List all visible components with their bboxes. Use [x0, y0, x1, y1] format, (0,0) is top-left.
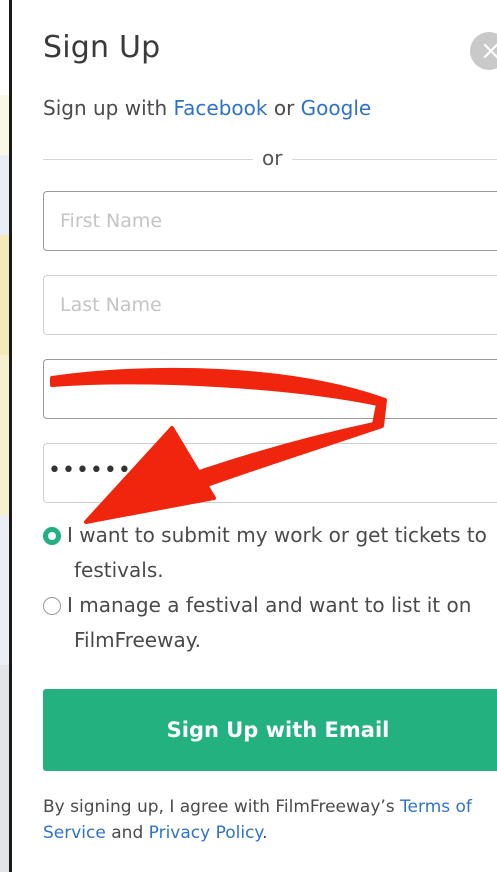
role-option-label-cont: FilmFreeway. [74, 628, 202, 652]
signup-email-button[interactable]: Sign Up with Email [43, 689, 497, 771]
role-option-label: I want to submit my work or get tickets … [67, 523, 487, 547]
divider-line-left [43, 159, 253, 160]
radio-selected-icon[interactable] [43, 527, 61, 545]
page: Sign Up × Sign up with Facebook or Googl… [0, 0, 497, 872]
close-icon: × [480, 36, 497, 66]
social-signup-line: Sign up with Facebook or Google [43, 96, 371, 120]
divider-or: or [262, 146, 283, 170]
terms-middle: and [105, 823, 149, 843]
signup-modal: Sign Up × Sign up with Facebook or Googl… [12, 0, 497, 872]
email-input[interactable] [43, 359, 497, 419]
first-name-input[interactable] [43, 191, 497, 251]
close-button[interactable]: × [470, 32, 497, 70]
last-name-input[interactable] [43, 275, 497, 335]
google-link[interactable]: Google [301, 96, 372, 120]
password-masked-value: ••••••••• [48, 458, 174, 483]
role-option-label-cont: festivals. [74, 558, 164, 582]
privacy-policy-link[interactable]: Privacy Policy [149, 823, 262, 843]
divider-line-right [292, 159, 497, 160]
terms-suffix: . [262, 823, 268, 843]
social-conjunction: or [267, 96, 301, 120]
social-prefix: Sign up with [43, 96, 174, 120]
facebook-link[interactable]: Facebook [174, 96, 268, 120]
terms-notice: By signing up, I agree with FilmFreeway’… [43, 794, 488, 846]
terms-prefix: By signing up, I agree with FilmFreeway’… [43, 797, 401, 817]
modal-title: Sign Up [43, 30, 161, 65]
role-option-label: I manage a festival and want to list it … [67, 593, 472, 617]
radio-unselected-icon[interactable] [43, 597, 61, 615]
page-left-edge [0, 0, 12, 872]
